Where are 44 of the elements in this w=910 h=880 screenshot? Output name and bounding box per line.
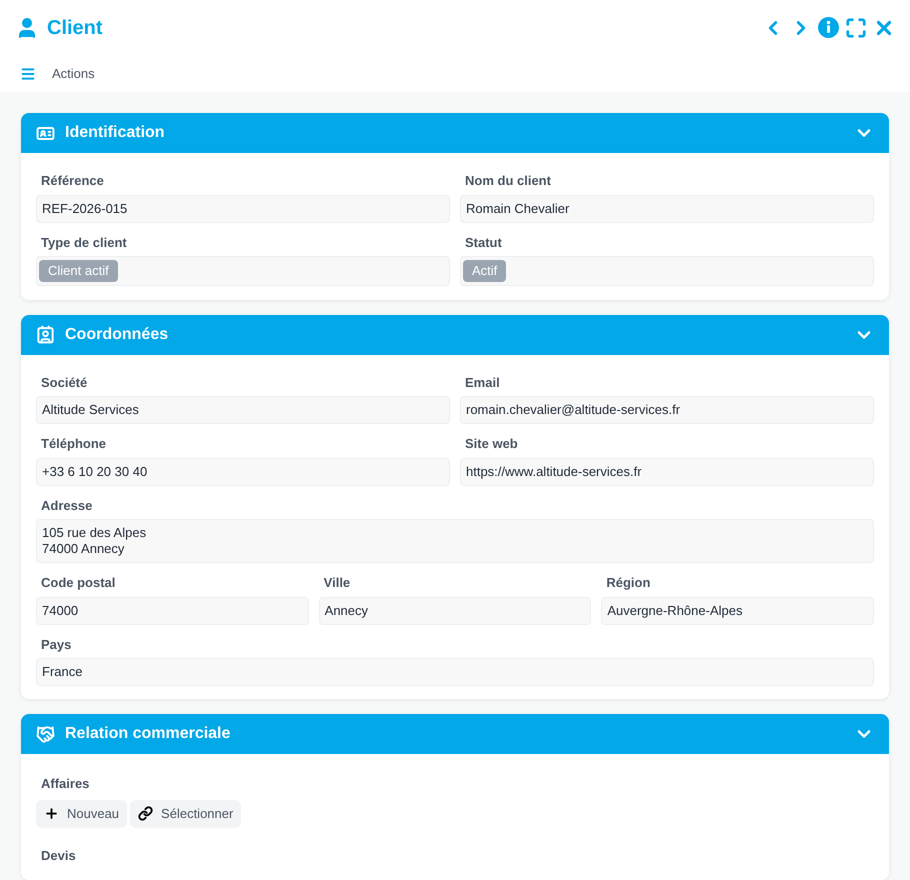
field-label: Site web [464, 435, 519, 454]
input-field[interactable]: REF-2026-015 [36, 194, 450, 222]
contact-card-icon [36, 325, 55, 344]
link-icon [138, 806, 154, 822]
field-label: Adresse [40, 496, 94, 515]
field-label: Statut [464, 234, 503, 252]
action-button[interactable]: Sélectionner [130, 800, 242, 828]
input-field[interactable]: 105 rue des Alpes 74000 Annecy [36, 519, 874, 564]
input-field[interactable]: +33 6 10 20 30 40 [36, 458, 450, 486]
field-label: Ville [322, 574, 352, 592]
field-label: Région [605, 574, 652, 592]
fullscreen-icon[interactable] [845, 16, 867, 38]
input-field[interactable]: Auvergne-Rhône-Alpes [601, 596, 874, 625]
field-label: Pays [40, 636, 72, 654]
input-field[interactable]: France [36, 658, 874, 686]
field-label: Affaires [40, 775, 90, 794]
handshake-icon [36, 724, 55, 744]
section-title: Relation commerciale [65, 724, 232, 744]
address-line: 74000 Annecy [42, 541, 126, 558]
input-field[interactable]: Altitude Services [36, 396, 450, 424]
input-field[interactable]: https://www.altitude-services.fr [460, 458, 874, 486]
field-label: Email [464, 374, 501, 392]
window-title: Client [47, 16, 104, 40]
section-title: Coordonnées [65, 324, 170, 345]
actions-menu[interactable]: Actions [52, 64, 95, 84]
plus-icon [44, 806, 59, 822]
field-label: Société [40, 374, 88, 392]
action-button[interactable]: Nouveau [36, 800, 128, 828]
input-field[interactable]: Annecy [318, 596, 592, 625]
info-icon[interactable] [818, 17, 839, 38]
field-label: Référence [40, 172, 105, 190]
input-field[interactable]: romain.chevalier@altitude-services.fr [460, 396, 874, 424]
status-tag: Client actif [39, 260, 118, 282]
input-field[interactable]: 74000 [36, 596, 309, 625]
input-field[interactable]: Romain Chevalier [460, 194, 874, 222]
section-title: Identification [65, 123, 166, 143]
field-label: Devis [40, 846, 77, 865]
field-label: Nom du client [464, 172, 552, 190]
field-label: Téléphone [40, 435, 108, 454]
menu-icon[interactable] [20, 66, 36, 82]
status-tag: Actif [463, 260, 506, 282]
field-label: Code postal [40, 574, 116, 592]
address-line: 105 rue des Alpes [42, 525, 148, 542]
field-label: Type de client [40, 234, 128, 252]
